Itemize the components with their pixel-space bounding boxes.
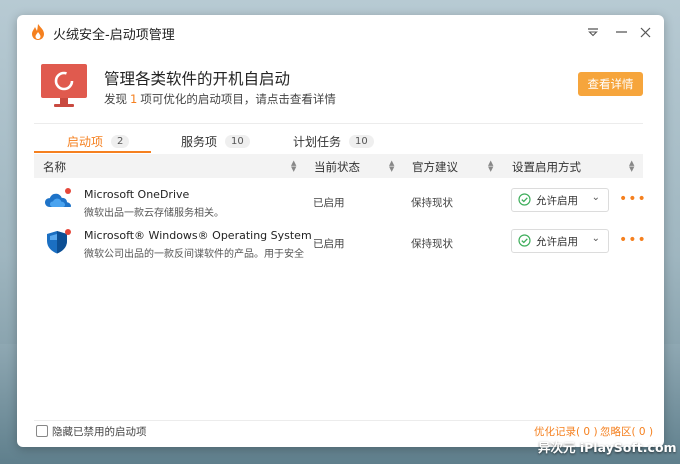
close-button[interactable] <box>635 22 655 42</box>
tab-startup[interactable]: 启动项 2 <box>67 129 130 153</box>
menu-button[interactable] <box>583 22 603 42</box>
tab-bar: 启动项 2 服务项 10 计划任务 10 <box>34 129 644 153</box>
row-advice: 保持现状 <box>411 238 453 250</box>
row-description: 微软出品一款云存储服务相关。 <box>84 208 224 219</box>
menu-icon <box>588 28 598 37</box>
sort-advice-icon[interactable]: ▲ ▼ <box>488 160 494 173</box>
tab-services[interactable]: 服务项 10 <box>181 129 250 153</box>
active-tab-indicator <box>34 151 151 153</box>
sort-mode-icon[interactable]: ▲ ▼ <box>629 160 635 173</box>
column-status[interactable]: 当前状态 <box>314 159 360 175</box>
tab-label: 启动项 <box>67 134 104 149</box>
hide-disabled-label[interactable]: 隐藏已禁用的启动项 <box>52 424 147 439</box>
enable-mode-value: 允许启用 <box>536 195 578 207</box>
window-title: 火绒安全-启动项管理 <box>53 28 175 43</box>
check-circle-icon <box>518 234 531 247</box>
title-bar: 火绒安全-启动项管理 <box>17 15 664 49</box>
site-watermark: 异次元 iPlaySoft.com <box>538 440 677 455</box>
header-sub-suffix: 项可优化的启动项目，请点击查看详情 <box>140 92 336 106</box>
view-details-button[interactable]: 查看详情 <box>578 72 643 96</box>
sort-status-icon[interactable]: ▲ ▼ <box>389 160 395 173</box>
monitor-startup-icon <box>41 64 87 107</box>
tab-count-badge: 10 <box>349 134 374 148</box>
optimizable-count: 1 <box>130 92 138 106</box>
row-status: 已启用 <box>313 238 345 250</box>
check-circle-icon <box>518 193 531 206</box>
more-options-icon[interactable]: ••• <box>619 191 647 207</box>
more-options-icon[interactable]: ••• <box>619 232 647 248</box>
sort-name-icon[interactable]: ▲ ▼ <box>291 160 297 173</box>
chevron-down-icon: ⌄ <box>591 233 600 244</box>
tab-scheduled-tasks[interactable]: 计划任务 10 <box>293 129 374 153</box>
chevron-down-icon: ⌄ <box>591 192 600 203</box>
footer-divider <box>34 420 643 421</box>
header-subtitle: 发现 1 项可优化的启动项目，请点击查看详情 <box>104 91 336 107</box>
column-name[interactable]: 名称 <box>43 159 66 175</box>
tab-label: 计划任务 <box>293 134 342 149</box>
minimize-button[interactable] <box>611 22 631 42</box>
row-name: Microsoft® Windows® Operating System <box>84 229 312 242</box>
table-row[interactable]: Microsoft® Windows® Operating System 微软公… <box>34 222 646 262</box>
onedrive-icon <box>45 188 71 207</box>
header-sub-prefix: 发现 <box>104 92 127 106</box>
row-status: 已启用 <box>313 197 345 209</box>
row-advice: 保持现状 <box>411 197 453 209</box>
enable-mode-value: 允许启用 <box>536 236 578 248</box>
tab-count-badge: 2 <box>111 134 130 148</box>
windows-defender-shield-icon <box>47 229 71 254</box>
row-name: Microsoft OneDrive <box>84 188 190 201</box>
row-description: 微软公司出品的一款反间谍软件的产品。用于安全辅助… <box>84 249 304 260</box>
enable-mode-select[interactable]: 允许启用 ⌄ <box>511 188 609 212</box>
tab-count-badge: 10 <box>225 134 250 148</box>
column-advice[interactable]: 官方建议 <box>412 159 458 175</box>
app-window: 火绒安全-启动项管理 管理各类软件的开机自启动 发现 1 项可优化的启动项目，请点击… <box>17 15 664 447</box>
table-row[interactable]: Microsoft OneDrive 微软出品一款云存储服务相关。 已启用 保持… <box>34 181 646 221</box>
table-header: 名称 ▲ ▼ 当前状态 ▲ ▼ 官方建议 ▲ ▼ 设置启用方式 ▲ ▼ <box>34 154 643 178</box>
column-mode[interactable]: 设置启用方式 <box>512 159 581 175</box>
tab-label: 服务项 <box>181 134 218 149</box>
enable-mode-select[interactable]: 允许启用 ⌄ <box>511 229 609 253</box>
minimize-icon <box>615 31 627 33</box>
hide-disabled-checkbox[interactable] <box>36 425 48 437</box>
close-icon <box>640 27 650 37</box>
header-divider <box>34 123 643 124</box>
header-title: 管理各类软件的开机自启动 <box>104 70 291 88</box>
huorong-logo-icon <box>32 24 44 40</box>
